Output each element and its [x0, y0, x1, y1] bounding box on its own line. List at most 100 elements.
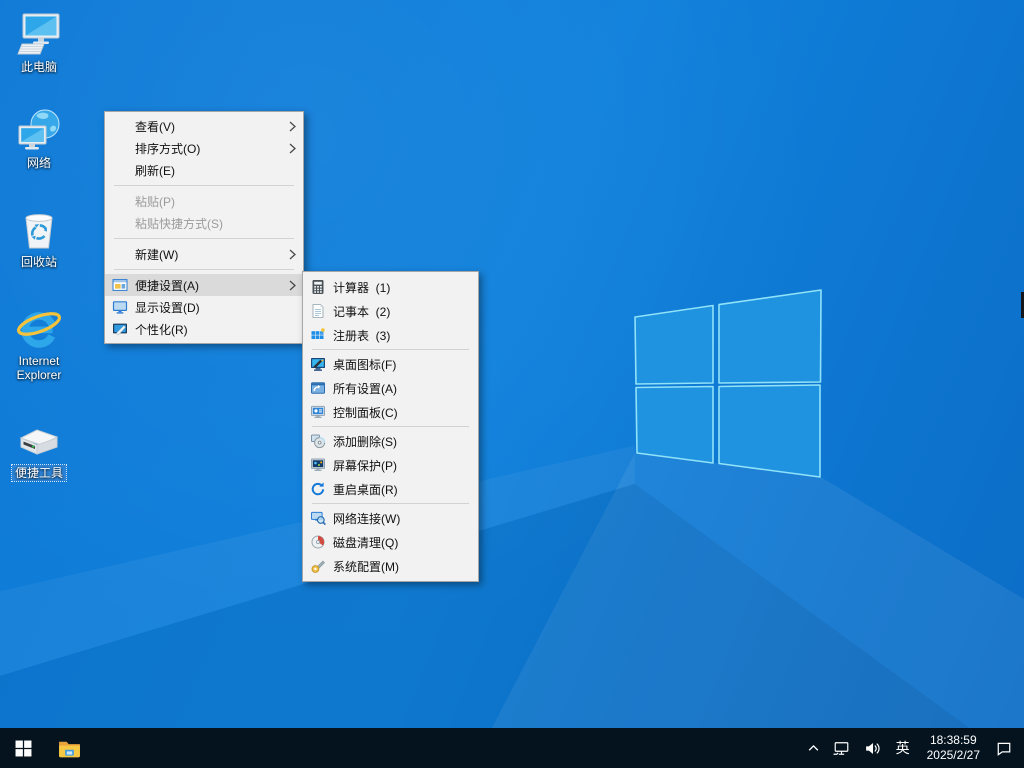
quick-settings-submenu: 计算器 (1) 记事本 (2) 注册表 (3) 桌面图标(F) 所有设置(A) 控制面板(…: [302, 271, 479, 582]
system-tray: 英 18:38:59 2025/2/27: [801, 728, 1024, 768]
menu-item-desktop-icons[interactable]: 桌面图标(F): [303, 352, 478, 376]
show-desktop-button[interactable]: [1019, 728, 1024, 768]
menu-item-label: 注册表 (3): [333, 328, 391, 343]
disk-cleanup-icon: [303, 534, 333, 550]
menu-separator: [312, 503, 469, 504]
desktop-icon-label: 此电脑: [20, 60, 57, 74]
submenu-arrow-icon: [283, 121, 301, 132]
menu-separator: [312, 426, 469, 427]
menu-item-label: 新建(W): [135, 247, 179, 262]
desktop-icon-network[interactable]: 网络: [1, 106, 77, 171]
menu-item-sort-by[interactable]: 排序方式(O): [105, 137, 303, 159]
menu-item-label: 粘贴快捷方式(S): [135, 216, 223, 231]
action-center-icon: [997, 742, 1011, 756]
input-method-indicator[interactable]: 英: [888, 728, 918, 768]
screensaver-icon: [303, 457, 333, 473]
menu-item-label: 添加删除(S): [333, 434, 397, 449]
clock-date: 2025/2/27: [926, 748, 980, 762]
desktop-icon-label: 网络: [26, 156, 51, 170]
desktop-surface[interactable]: 此电脑网络回收站 Internet Explorer 便捷工具 查看(V) 排序方式(…: [0, 0, 1024, 768]
network-status-icon: [833, 741, 848, 755]
menu-item-refresh[interactable]: 刷新(E): [105, 159, 303, 181]
desktop-icon-recycle-bin[interactable]: 回收站: [1, 205, 77, 270]
menu-item-label: 个性化(R): [135, 322, 188, 337]
menu-separator: [114, 269, 294, 270]
restart-desktop-icon: [303, 481, 333, 497]
submenu-arrow-icon: [283, 143, 301, 154]
desktop-icon-this-pc[interactable]: 此电脑: [1, 10, 77, 75]
menu-item-registry[interactable]: 注册表 (3): [303, 323, 478, 347]
recycle-bin-icon: [15, 205, 63, 253]
menu-item-paste-shortcut: 粘贴快捷方式(S): [105, 212, 303, 234]
menu-item-screensaver[interactable]: 屏幕保护(P): [303, 453, 478, 477]
menu-item-control-panel[interactable]: 控制面板(C): [303, 400, 478, 424]
add-remove-icon: [303, 433, 333, 449]
control-panel-icon: [303, 404, 333, 420]
clock[interactable]: 18:38:59 2025/2/27: [918, 728, 989, 768]
menu-separator: [114, 238, 294, 239]
menu-item-label: 刷新(E): [135, 163, 175, 178]
network-tray-button[interactable]: [826, 728, 857, 768]
menu-item-add-remove[interactable]: 添加删除(S): [303, 429, 478, 453]
personalize-icon: [105, 321, 135, 337]
desktop-icon-label: 便捷工具: [10, 463, 68, 483]
display-settings-icon: [105, 299, 135, 315]
menu-item-notepad[interactable]: 记事本 (2): [303, 299, 478, 323]
start-button[interactable]: [0, 728, 46, 768]
volume-icon: [865, 742, 880, 754]
menu-item-label: 记事本 (2): [333, 304, 391, 319]
desktop-icon-label: 回收站: [20, 255, 57, 269]
registry-icon: [303, 327, 333, 343]
menu-item-all-settings[interactable]: 所有设置(A): [303, 376, 478, 400]
submenu-arrow-icon: [283, 280, 301, 291]
menu-item-label: 磁盘清理(Q): [333, 535, 399, 550]
menu-item-label: 系统配置(M): [333, 559, 399, 574]
desktop-icon-internet-explorer[interactable]: Internet Explorer: [1, 304, 77, 383]
menu-item-new[interactable]: 新建(W): [105, 243, 303, 265]
menu-item-display-settings[interactable]: 显示设置(D): [105, 296, 303, 318]
desktop-icon-tools-drive[interactable]: 便捷工具: [1, 416, 77, 483]
menu-item-label: 粘贴(P): [135, 194, 175, 209]
menu-item-label: 查看(V): [135, 119, 175, 134]
menu-separator: [312, 349, 469, 350]
menu-item-label: 桌面图标(F): [333, 357, 397, 372]
menu-item-calculator[interactable]: 计算器 (1): [303, 275, 478, 299]
this-pc-icon: [15, 10, 63, 58]
input-method-label: 英: [895, 740, 910, 756]
windows-start-icon: [15, 740, 31, 756]
all-settings-icon: [303, 380, 333, 396]
menu-item-label: 便捷设置(A): [135, 278, 199, 293]
action-center-button[interactable]: [989, 728, 1019, 768]
menu-item-label: 显示设置(D): [135, 300, 200, 315]
network-globe-icon: [15, 106, 63, 154]
internet-explorer-icon: [15, 304, 63, 352]
menu-item-label: 所有设置(A): [333, 381, 397, 396]
menu-item-quick-settings[interactable]: 便捷设置(A): [105, 274, 303, 296]
menu-item-personalize[interactable]: 个性化(R): [105, 318, 303, 340]
submenu-arrow-icon: [283, 249, 301, 260]
menu-item-label: 排序方式(O): [135, 141, 201, 156]
calculator-icon: [303, 279, 333, 295]
desktop-context-menu: 查看(V) 排序方式(O) 刷新(E) 粘贴(P) 粘贴快捷方式(S) 新建(W) 便捷设置…: [104, 111, 304, 344]
menu-item-restart-desktop[interactable]: 重启桌面(R): [303, 477, 478, 501]
taskbar: 英 18:38:59 2025/2/27: [0, 728, 1024, 768]
clock-time: 18:38:59: [929, 733, 977, 747]
menu-item-network-connections[interactable]: 网络连接(W): [303, 506, 478, 530]
menu-item-label: 重启桌面(R): [333, 482, 398, 497]
file-explorer-icon: [58, 741, 80, 757]
menu-separator: [114, 185, 294, 186]
menu-item-paste: 粘贴(P): [105, 190, 303, 212]
menu-item-label: 网络连接(W): [333, 511, 401, 526]
hidden-icons-button[interactable]: [801, 728, 826, 768]
notepad-icon: [303, 303, 333, 319]
desktop-icon-label: Internet Explorer: [16, 354, 62, 383]
menu-item-disk-cleanup[interactable]: 磁盘清理(Q): [303, 530, 478, 554]
menu-item-label: 控制面板(C): [333, 405, 398, 420]
menu-item-label: 屏幕保护(P): [333, 458, 397, 473]
volume-tray-button[interactable]: [857, 728, 888, 768]
quick-settings-icon: [105, 277, 135, 293]
menu-item-view[interactable]: 查看(V): [105, 115, 303, 137]
file-explorer-button[interactable]: [46, 728, 92, 768]
external-drive-icon: [15, 416, 63, 464]
menu-item-system-config[interactable]: 系统配置(M): [303, 554, 478, 578]
